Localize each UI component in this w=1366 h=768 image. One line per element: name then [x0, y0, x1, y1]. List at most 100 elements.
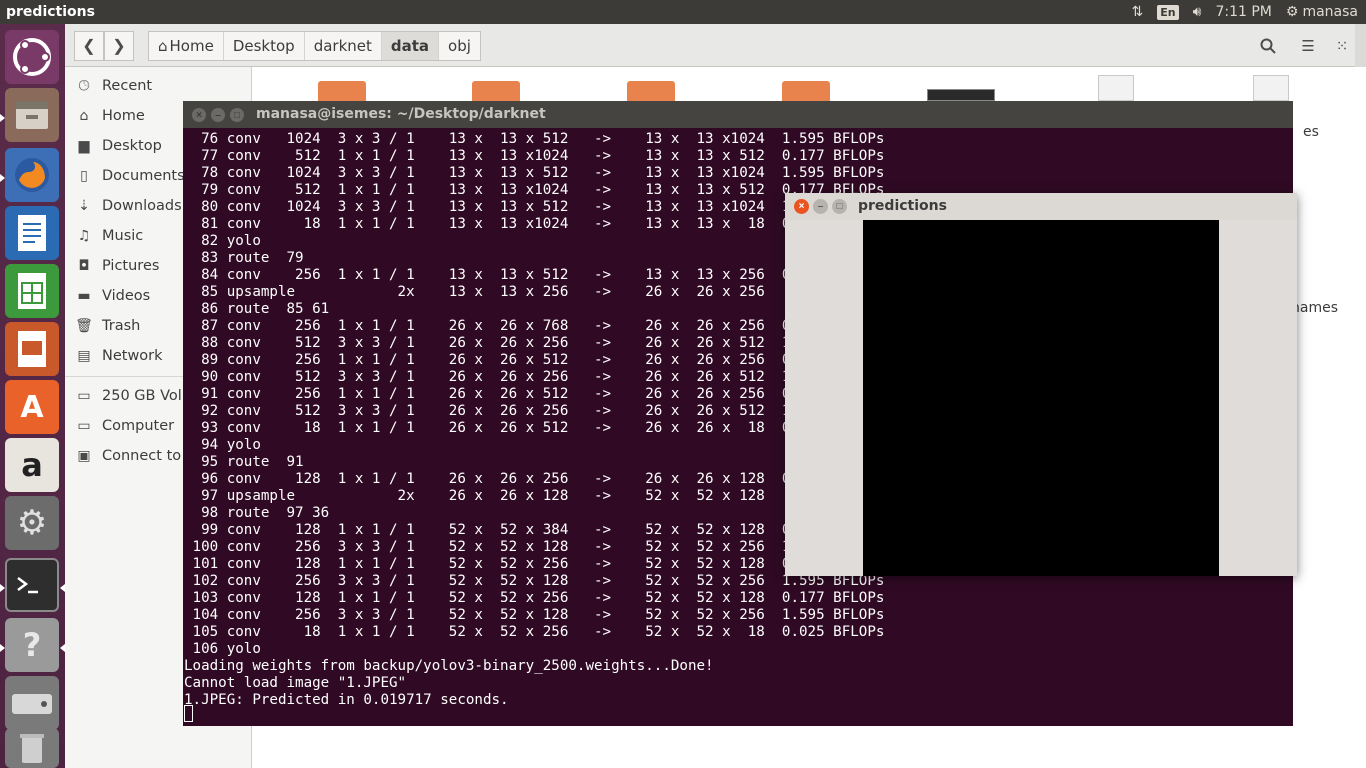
keyboard-layout-indicator[interactable]: En [1157, 4, 1179, 20]
predictions-window[interactable]: × – □ predictions [785, 193, 1297, 576]
breadcrumb-obj[interactable]: obj [439, 32, 480, 60]
terminal-line: 86 route 85 61 [184, 301, 330, 317]
grid-view-button[interactable]: ⁙ [1327, 31, 1357, 61]
network-icon[interactable]: ⇅ [1132, 4, 1144, 20]
calc-icon[interactable] [5, 264, 59, 318]
terminal-line: 90 conv 512 3 x 3 / 1 26 x 26 x 256 -> 2… [184, 369, 885, 385]
trash-icon: 🗑︎ [75, 318, 93, 334]
terminal-cursor [184, 705, 193, 722]
terminal-line: 1.JPEG: Predicted in 0.019717 seconds. [184, 692, 509, 708]
text-file-icon[interactable] [1253, 75, 1289, 101]
disk-icon[interactable] [5, 676, 59, 730]
forward-button[interactable]: ❯ [104, 31, 134, 61]
trash-icon[interactable] [5, 728, 59, 768]
amazon-icon[interactable]: a [5, 438, 59, 492]
terminal-line: 105 conv 18 1 x 1 / 1 52 x 52 x 256 -> 5… [184, 624, 885, 640]
folder-icon[interactable] [318, 81, 366, 101]
terminal-line: 81 conv 18 1 x 1 / 1 13 x 13 x1024 -> 13… [184, 216, 885, 232]
terminal-minimize-button[interactable]: – [211, 108, 225, 122]
computer-icon: ▭ [77, 418, 91, 434]
terminal-line: Cannot load image "1.JPEG" [184, 675, 407, 691]
network-icon: ▤ [77, 348, 91, 364]
terminal-line: 83 route 79 [184, 250, 304, 266]
top-panel: predictions ⇅ En 🔊︎ 7:11 PM ⚙ manasa [0, 0, 1366, 24]
software-center-icon[interactable]: A [5, 380, 59, 434]
terminal-close-button[interactable]: × [192, 108, 206, 122]
server-icon: ▣ [77, 448, 91, 464]
terminal-line: 96 conv 128 1 x 1 / 1 26 x 26 x 256 -> 2… [184, 471, 885, 487]
sidebar-item-recent[interactable]: 🕒︎ Recent [75, 74, 252, 98]
breadcrumb-data[interactable]: data [381, 32, 440, 60]
clock[interactable]: 7:11 PM [1215, 4, 1271, 20]
terminal-line: 98 route 97 36 [184, 505, 330, 521]
file-manager-toolbar: ❮ ❯ ⌂ Home Desktop darknet data obj ☰ ⁙ [65, 24, 1366, 67]
terminal-line: 85 upsample 2x 13 x 13 x 256 -> 26 x 26 … [184, 284, 765, 300]
firefox-icon[interactable] [5, 148, 59, 202]
writer-icon[interactable] [5, 206, 59, 260]
terminal-line: 80 conv 1024 3 x 3 / 1 13 x 13 x 512 -> … [184, 199, 885, 215]
terminal-line: 76 conv 1024 3 x 3 / 1 13 x 13 x 512 -> … [184, 131, 885, 147]
text-file-icon[interactable] [1098, 75, 1134, 101]
terminal-line: Loading weights from backup/yolov3-binar… [184, 658, 714, 674]
terminal-line: 95 route 91 [184, 454, 304, 470]
terminal-line: 104 conv 256 3 x 3 / 1 52 x 52 x 128 -> … [184, 607, 885, 623]
file-label: es [1303, 124, 1319, 140]
terminal-titlebar[interactable]: × – □ manasa@isemes: ~/Desktop/darknet [183, 101, 1293, 128]
launcher: A a ⚙ ? [0, 24, 65, 768]
terminal-maximize-button[interactable]: □ [230, 108, 244, 122]
prediction-image [863, 220, 1219, 576]
download-icon: ⇣ [78, 198, 90, 214]
impress-icon[interactable] [5, 322, 59, 376]
terminal-line: 89 conv 256 1 x 1 / 1 26 x 26 x 512 -> 2… [184, 352, 885, 368]
terminal-line: 102 conv 256 3 x 3 / 1 52 x 52 x 128 -> … [184, 573, 885, 589]
terminal-line: 100 conv 256 3 x 3 / 1 52 x 52 x 128 -> … [184, 539, 885, 555]
predictions-minimize-button[interactable]: – [813, 199, 828, 214]
terminal-line: 97 upsample 2x 26 x 26 x 128 -> 52 x 52 … [184, 488, 765, 504]
breadcrumb-home[interactable]: ⌂ Home [149, 32, 224, 60]
predictions-maximize-button[interactable]: □ [832, 199, 847, 214]
home-icon: ⌂ [158, 37, 168, 55]
folder-icon[interactable] [472, 81, 520, 101]
back-button[interactable]: ❮ [74, 31, 104, 61]
search-icon [1260, 38, 1276, 54]
folder-icon[interactable] [627, 81, 675, 101]
grid-icon: ⁙ [1335, 38, 1349, 55]
terminal-line: 94 yolo [184, 437, 261, 453]
search-button[interactable] [1253, 31, 1283, 61]
home-icon: ⌂ [79, 108, 89, 124]
help-icon[interactable]: ? [5, 618, 59, 672]
system-settings-icon[interactable]: ⚙ [5, 496, 59, 550]
terminal-line: 91 conv 256 1 x 1 / 1 26 x 26 x 512 -> 2… [184, 386, 885, 402]
session-menu[interactable]: ⚙ manasa [1286, 4, 1358, 20]
breadcrumb-darknet[interactable]: darknet [305, 32, 382, 60]
list-view-button[interactable]: ☰ [1293, 31, 1323, 61]
gear-icon: ⚙ [1285, 4, 1299, 20]
file-label: names [1291, 300, 1338, 316]
predictions-close-button[interactable]: × [794, 199, 809, 214]
scroll-edge [1355, 24, 1366, 67]
terminal-line: 101 conv 128 1 x 1 / 1 52 x 52 x 256 -> … [184, 556, 885, 572]
music-icon: ♫ [77, 228, 91, 244]
ubuntu-dash-icon[interactable] [5, 30, 59, 84]
active-app-title: predictions [6, 4, 95, 20]
list-icon: ☰ [1301, 38, 1315, 55]
folder-icon: ▆ [78, 138, 90, 154]
clock-icon: 🕒︎ [78, 78, 90, 94]
image-file-icon[interactable] [927, 89, 995, 101]
terminal-icon[interactable] [5, 558, 59, 612]
terminal-line: 92 conv 512 3 x 3 / 1 26 x 26 x 256 -> 2… [184, 403, 885, 419]
terminal-line: 106 yolo [184, 641, 261, 657]
volume-icon[interactable]: 🔊︎ [1193, 4, 1202, 20]
video-icon: ▬ [77, 288, 91, 304]
predictions-titlebar[interactable]: × – □ predictions [785, 193, 1297, 220]
terminal-line: 82 yolo [184, 233, 261, 249]
terminal-line: 99 conv 128 1 x 1 / 1 52 x 52 x 384 -> 5… [184, 522, 885, 538]
folder-icon[interactable] [782, 81, 830, 101]
terminal-line: 93 conv 18 1 x 1 / 1 26 x 26 x 512 -> 26… [184, 420, 885, 436]
breadcrumb: ⌂ Home Desktop darknet data obj [148, 31, 481, 61]
terminal-line: 78 conv 1024 3 x 3 / 1 13 x 13 x 512 -> … [184, 165, 885, 181]
terminal-line: 103 conv 128 1 x 1 / 1 52 x 52 x 256 -> … [184, 590, 885, 606]
breadcrumb-desktop[interactable]: Desktop [224, 32, 305, 60]
files-icon[interactable] [5, 88, 59, 142]
terminal-line: 87 conv 256 1 x 1 / 1 26 x 26 x 768 -> 2… [184, 318, 885, 334]
